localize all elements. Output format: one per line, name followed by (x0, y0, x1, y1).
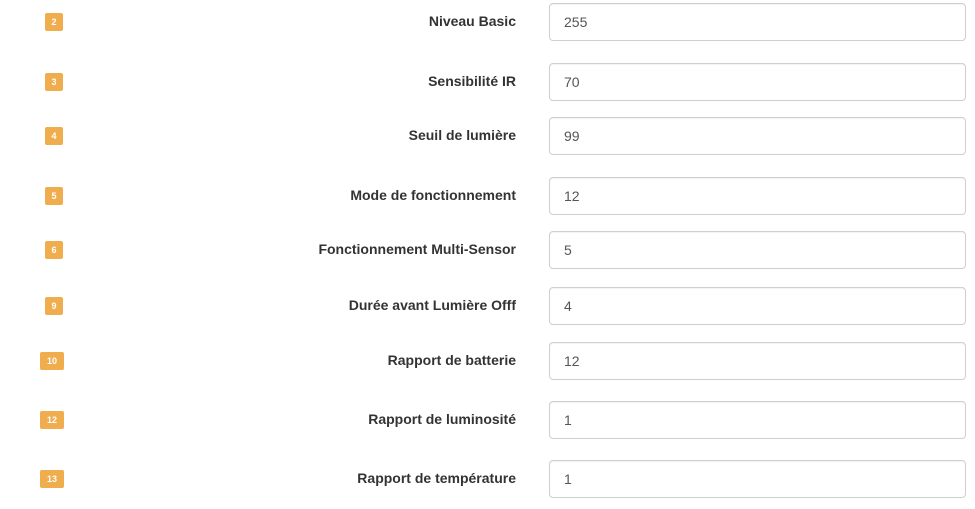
param-label: Rapport de batterie (387, 352, 516, 369)
param-value-input[interactable] (549, 117, 966, 155)
param-row-9: 9 Durée avant Lumière Offf (0, 287, 975, 325)
param-row-4: 4 Seuil de lumière (0, 117, 975, 155)
param-label: Fonctionnement Multi-Sensor (318, 241, 516, 258)
param-number-badge: 4 (45, 127, 63, 145)
param-number-badge: 12 (40, 411, 64, 429)
param-value-input[interactable] (549, 342, 966, 380)
param-number-badge: 13 (40, 470, 64, 488)
param-value-input[interactable] (549, 63, 966, 101)
param-value-input[interactable] (549, 460, 966, 498)
param-value-input[interactable] (549, 3, 966, 41)
param-row-12: 12 Rapport de luminosité (0, 401, 975, 439)
param-value-input[interactable] (549, 287, 966, 325)
param-row-3: 3 Sensibilité IR (0, 63, 975, 101)
param-value-input[interactable] (549, 177, 966, 215)
param-number-badge: 5 (45, 187, 63, 205)
param-label: Rapport de luminosité (368, 411, 516, 428)
param-row-6: 6 Fonctionnement Multi-Sensor (0, 231, 975, 269)
param-label: Niveau Basic (428, 13, 516, 30)
param-row-5: 5 Mode de fonctionnement (0, 177, 975, 215)
param-number-badge: 10 (40, 352, 64, 370)
param-row-13: 13 Rapport de température (0, 460, 975, 498)
param-row-10: 10 Rapport de batterie (0, 342, 975, 380)
param-number-badge: 3 (45, 73, 63, 91)
param-number-badge: 6 (45, 241, 63, 259)
param-label: Rapport de température (357, 470, 516, 487)
param-number-badge: 9 (45, 297, 63, 315)
param-value-input[interactable] (549, 231, 966, 269)
param-value-input[interactable] (549, 401, 966, 439)
param-label: Durée avant Lumière Offf (348, 297, 516, 314)
param-number-badge: 2 (45, 13, 63, 31)
param-row-2: 2 Niveau Basic (0, 3, 975, 41)
param-label: Sensibilité IR (428, 73, 516, 90)
param-label: Seuil de lumière (408, 127, 516, 144)
param-label: Mode de fonctionnement (350, 187, 516, 204)
